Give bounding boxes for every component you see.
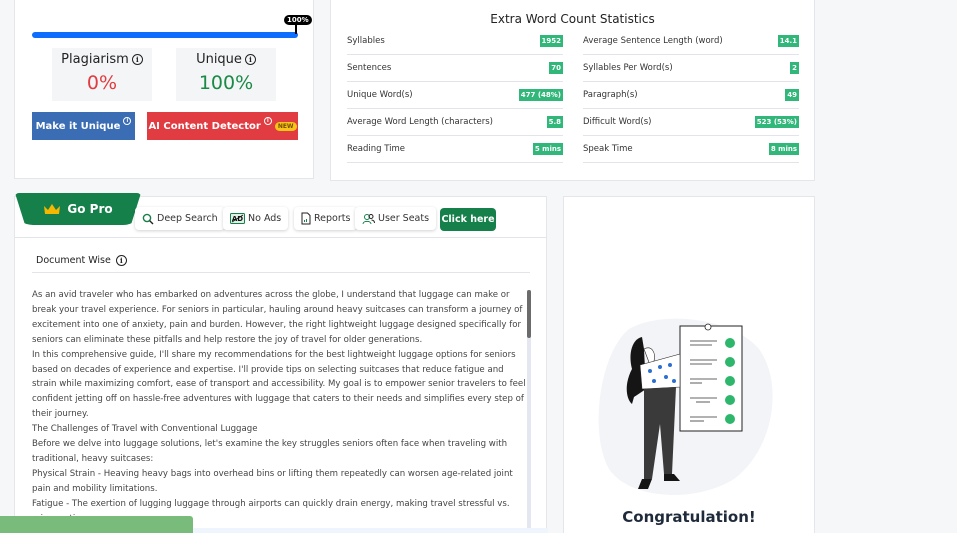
stat-value: 70 [549, 62, 563, 74]
stat-label: Syllables [347, 36, 385, 46]
feature-label: User Seats [378, 213, 430, 224]
stat-value: 8 mins [768, 143, 799, 155]
stat-row: Paragraph(s) 49 [583, 82, 799, 109]
plagiarism-value: 0% [86, 72, 118, 94]
stat-label: Average Sentence Length (word) [583, 36, 723, 46]
crown-icon [44, 204, 61, 214]
stat-label: Syllables Per Word(s) [583, 63, 673, 73]
plagiarism-label: Plagiarism [61, 52, 129, 67]
paragraph: In this comprehensive guide, I'll share … [32, 349, 526, 420]
search-icon [142, 213, 154, 224]
paragraph: Before we delve into luggage solutions, … [32, 439, 508, 464]
document-wise-label: Document Wise [36, 255, 111, 266]
paragraph: Physical Strain - Heaving heavy bags int… [32, 468, 513, 494]
congratulation-title: Congratulation! [622, 508, 756, 526]
click-here-button[interactable]: Click here [440, 208, 496, 231]
stat-row: Average Word Length (characters) 5.8 [347, 109, 563, 136]
unique-score-box: Unique i 100% [176, 48, 276, 101]
report-icon [301, 212, 311, 225]
feature-label: No Ads [248, 213, 282, 224]
stats-title: Extra Word Count Statistics [490, 12, 655, 26]
feature-label: Reports [314, 213, 351, 224]
stat-value: 2 [790, 62, 799, 74]
unique-value: 100% [198, 72, 254, 94]
stats-left-column: Syllables 1952 Sentences 70 Unique Word(s)… [347, 28, 563, 163]
stat-label: Speak Time [583, 144, 633, 154]
stat-value: 523 (53%) [754, 116, 799, 128]
document-text: As an avid traveler who has embarked on … [32, 288, 529, 528]
stat-row: Unique Word(s) 477 (48%) [347, 82, 563, 109]
green-overlay-bar [0, 516, 193, 533]
stat-value: 49 [785, 89, 799, 101]
no-ads-icon: AD [230, 213, 245, 224]
feature-deep-search[interactable]: Deep Search [135, 207, 225, 230]
stat-row: Reading Time 5 mins [347, 136, 563, 163]
plagiarism-result-card: 100% Plagiarism i 0% Unique i 100% Make … [14, 0, 314, 179]
stat-label: Unique Word(s) [347, 90, 413, 100]
ai-content-detector-label: AI Content Detector [148, 120, 261, 132]
progress-tip-stem [295, 25, 297, 34]
stat-value: 1952 [539, 35, 563, 47]
uniqueness-progress-bar [32, 32, 298, 38]
stat-value: 5 mins [532, 143, 563, 155]
extra-word-count-statistics-card: Extra Word Count Statistics Syllables 195… [330, 0, 815, 181]
users-icon [362, 213, 375, 224]
stat-value: 5.8 [546, 116, 563, 128]
checklist-illustration [598, 318, 773, 496]
stat-row: Difficult Word(s) 523 (53%) [583, 109, 799, 136]
feature-user-seats[interactable]: User Seats [355, 207, 437, 230]
congratulation-card: Congratulation! [563, 196, 815, 533]
info-icon[interactable]: i [244, 54, 256, 65]
make-it-unique-button[interactable]: Make it Unique i [32, 112, 135, 140]
divider [15, 237, 546, 238]
divider [32, 272, 530, 273]
stat-row: Speak Time 8 mins [583, 136, 799, 163]
paragraph: As an avid traveler who has embarked on … [32, 290, 523, 345]
stat-label: Reading Time [347, 144, 406, 154]
paragraph: The Challenges of Travel with Convention… [32, 424, 258, 435]
info-icon[interactable]: i [115, 255, 127, 266]
ai-content-detector-button[interactable]: AI Content Detector i NEW [147, 112, 298, 140]
document-wise-header: Document Wise i [36, 255, 127, 266]
stat-value: 477 (48%) [518, 89, 563, 101]
stat-label: Difficult Word(s) [583, 117, 652, 127]
progress-label: 100% [284, 15, 312, 25]
go-pro-tab[interactable]: Go Pro [15, 193, 141, 225]
make-it-unique-label: Make it Unique [35, 120, 121, 132]
stat-row: Sentences 70 [347, 55, 563, 82]
bottom-strip [193, 528, 548, 533]
stat-row: Syllables Per Word(s) 2 [583, 55, 799, 82]
stat-label: Average Word Length (characters) [347, 117, 493, 127]
info-icon[interactable]: i [131, 54, 143, 65]
info-icon: i [123, 117, 132, 125]
stats-right-column: Average Sentence Length (word) 14.1 Sylla… [583, 28, 799, 163]
feature-no-ads[interactable]: AD No Ads [223, 207, 289, 230]
plagiarism-score-box: Plagiarism i 0% [52, 48, 152, 101]
document-panel: Go Pro Deep Search AD No Ads Reports Use… [14, 193, 547, 533]
new-badge: NEW [274, 121, 297, 131]
stat-row: Syllables 1952 [347, 28, 563, 55]
stat-value: 14.1 [777, 35, 799, 47]
stat-label: Paragraph(s) [583, 90, 638, 100]
go-pro-label: Go Pro [67, 202, 113, 216]
document-scrollbar[interactable] [527, 290, 531, 530]
stat-row: Average Sentence Length (word) 14.1 [583, 28, 799, 55]
unique-label: Unique [196, 52, 242, 67]
feature-reports[interactable]: Reports [294, 207, 358, 230]
stat-label: Sentences [347, 63, 392, 73]
scrollbar-thumb[interactable] [527, 290, 531, 338]
info-icon: i [263, 117, 272, 125]
feature-label: Deep Search [157, 213, 218, 224]
